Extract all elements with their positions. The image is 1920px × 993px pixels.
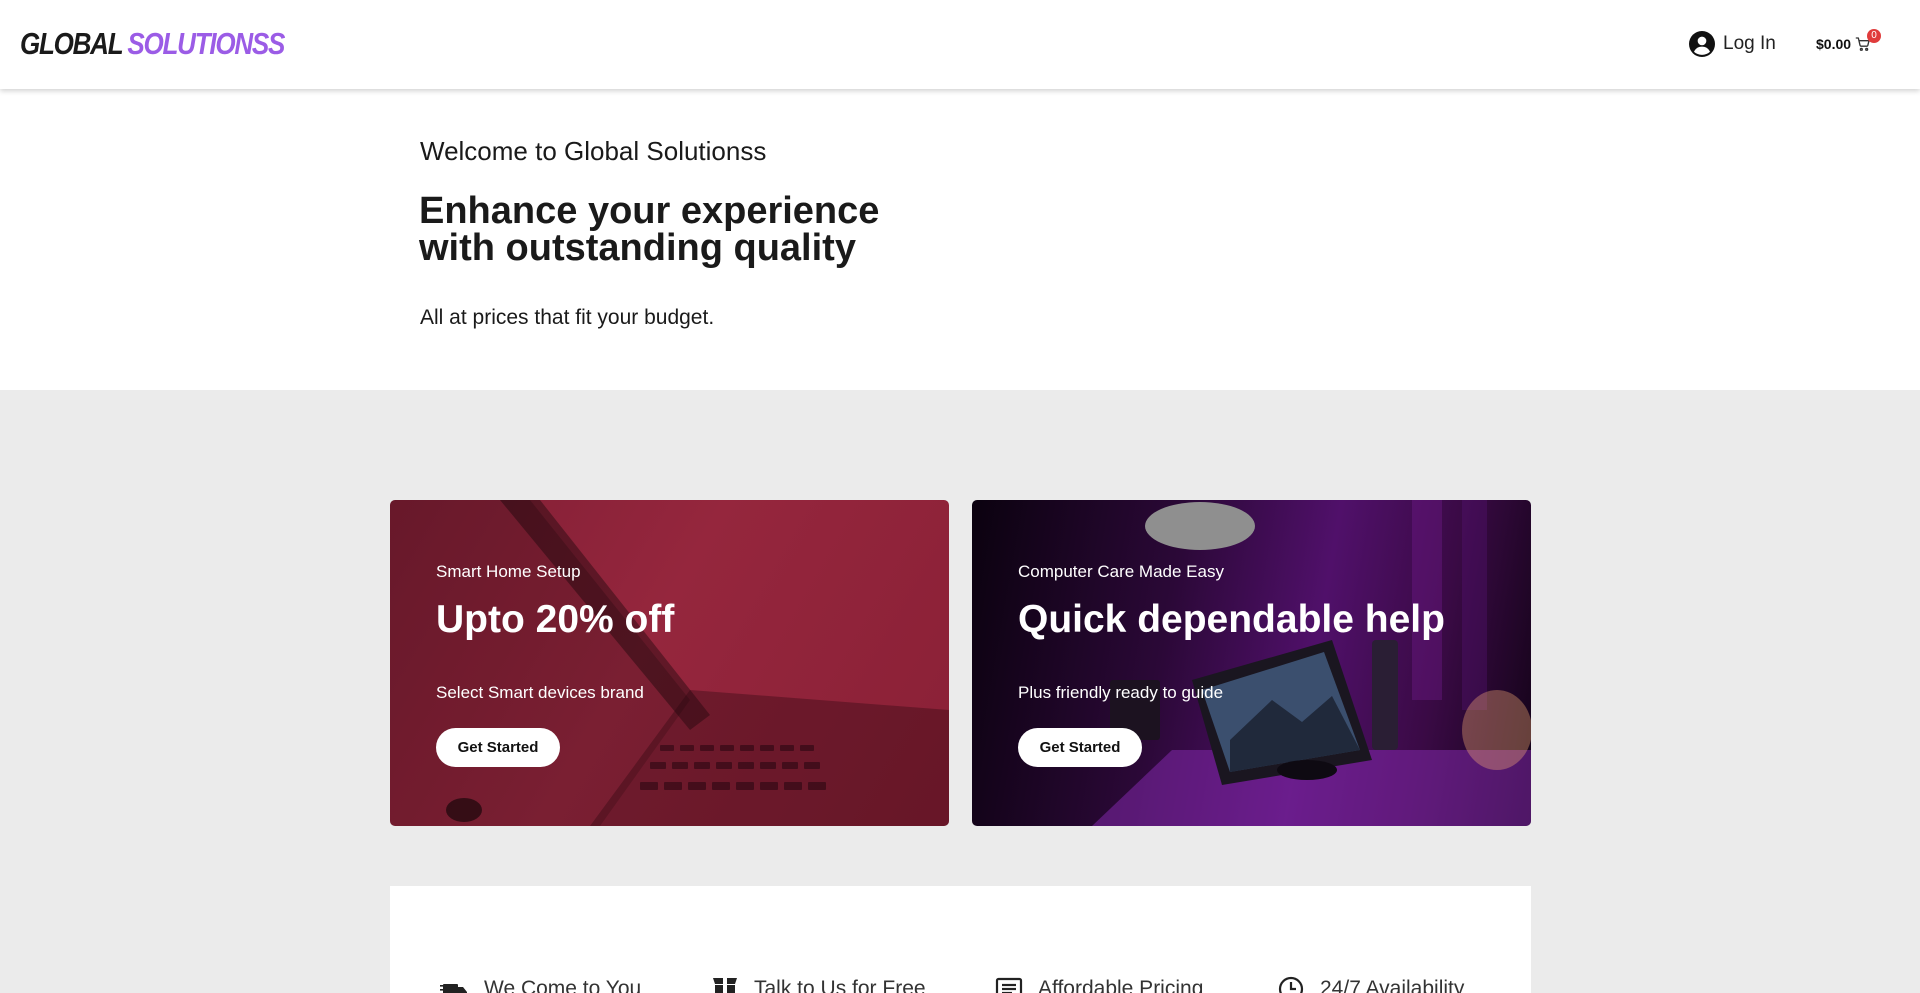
card-eyebrow: Computer Care Made Easy bbox=[1018, 562, 1224, 581]
site-header: GLOBAL SOLUTIONSS Log In $0.00 0 bbox=[0, 0, 1920, 89]
feature-item: Talk to Us for Free bbox=[710, 974, 926, 993]
feature-label: Talk to Us for Free bbox=[754, 977, 926, 993]
logo-text-global: GLOBAL bbox=[20, 26, 124, 61]
cart-total: $0.00 bbox=[1816, 36, 1852, 52]
hero-title-line-1: Enhance your experience bbox=[419, 190, 880, 232]
feature-item: Affordable Pricing bbox=[994, 974, 1203, 993]
card-description: Plus friendly ready to guide bbox=[1018, 683, 1224, 702]
list-icon bbox=[995, 977, 1023, 993]
hero-title-line-2: with outstanding quality bbox=[419, 227, 856, 269]
login-label: Log In bbox=[1723, 33, 1776, 54]
box-icon bbox=[713, 978, 737, 993]
laptop-keyboard-image bbox=[390, 500, 949, 826]
hero-title: Enhance your experience with outstanding… bbox=[419, 190, 939, 269]
card-eyebrow: Smart Home Setup bbox=[436, 562, 581, 581]
hero-subtitle: Welcome to Global Solutionss bbox=[420, 136, 767, 166]
card-description: Select Smart devices brand bbox=[436, 683, 644, 702]
get-started-button[interactable]: Get Started bbox=[436, 728, 560, 767]
feature-label: 24/7 Availability bbox=[1320, 977, 1465, 993]
feature-label: We Come to You bbox=[484, 977, 642, 993]
delivery-truck-icon bbox=[440, 984, 467, 993]
site-logo[interactable]: GLOBAL SOLUTIONSS bbox=[20, 26, 285, 62]
feature-item: 24/7 Availability bbox=[1276, 974, 1464, 993]
card-title: Upto 20% off bbox=[436, 598, 675, 641]
logo-text-solutions: SOLUTIONSS bbox=[127, 26, 285, 61]
features-strip: We Come to You Talk to Us for Free Affor… bbox=[390, 886, 1531, 993]
desk-setup-image bbox=[1092, 500, 1531, 826]
login-link[interactable]: Log In bbox=[1689, 30, 1776, 58]
cart-count-badge: 0 bbox=[1867, 29, 1881, 43]
user-circle-icon bbox=[1689, 31, 1715, 57]
feature-label: Affordable Pricing bbox=[1038, 977, 1204, 993]
clock-icon bbox=[1278, 976, 1304, 993]
get-started-button[interactable]: Get Started bbox=[1018, 728, 1142, 767]
hero-tagline: All at prices that fit your budget. bbox=[420, 306, 715, 329]
cart-button[interactable]: $0.00 0 bbox=[1816, 29, 1881, 57]
promo-card-computer-care: Computer Care Made Easy Quick dependable… bbox=[972, 500, 1531, 826]
feature-item: We Come to You bbox=[440, 974, 641, 993]
promo-card-smart-home: Smart Home Setup Upto 20% off Select Sma… bbox=[390, 500, 949, 826]
card-title: Quick dependable help bbox=[1018, 598, 1445, 641]
